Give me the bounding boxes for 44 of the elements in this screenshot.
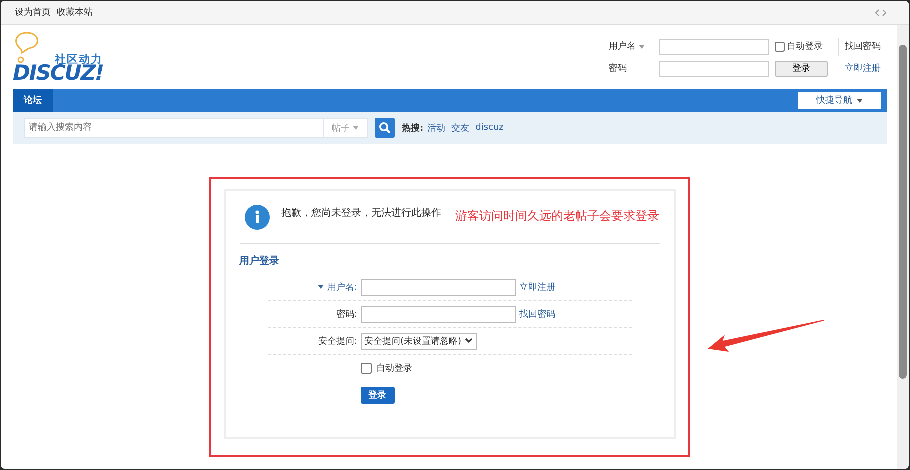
username-field[interactable] xyxy=(659,38,769,54)
search-icon xyxy=(379,122,391,134)
chevron-icon xyxy=(464,338,473,344)
caret-icon xyxy=(318,285,324,289)
password-field[interactable] xyxy=(659,60,769,76)
message-text: 抱歉，您尚未登录，无法进行此操作 xyxy=(282,206,442,220)
input-field[interactable] xyxy=(360,278,516,296)
code-icon xyxy=(875,8,887,16)
nav-tab[interactable]: 论坛 xyxy=(13,89,53,112)
scrollbar[interactable] xyxy=(897,25,909,469)
auto-login-label: 自动登录 xyxy=(787,40,823,53)
caret-icon xyxy=(639,44,645,48)
auto-login-checkbox[interactable] xyxy=(360,363,372,374)
field-label: 安全提问: xyxy=(317,336,358,348)
info-icon xyxy=(244,204,270,230)
login-button[interactable]: 登录 xyxy=(360,387,394,404)
hot-search-link[interactable]: 交友 xyxy=(452,122,470,134)
annotation-text: 游客访问时间久远的老帖子会要求登录 xyxy=(456,208,660,224)
quick-nav-button[interactable]: 快捷导航 xyxy=(798,92,881,109)
search-button[interactable] xyxy=(375,118,395,138)
logo-tagline: 社区动力 xyxy=(55,54,103,65)
login-button[interactable]: 登录 xyxy=(775,60,828,76)
form-link[interactable]: 立即注册 xyxy=(520,280,556,294)
caret-icon xyxy=(856,98,862,102)
security-question-select[interactable]: 安全提问(未设置请忽略) xyxy=(360,332,477,350)
register-link[interactable]: 立即注册 xyxy=(841,62,887,75)
top-link[interactable]: 收藏本站 xyxy=(57,6,93,19)
caret-icon xyxy=(353,126,359,130)
top-link[interactable]: 设为首页 xyxy=(15,6,51,19)
field-label: 密码: xyxy=(335,308,358,320)
hot-search-label: 热搜: xyxy=(402,122,424,134)
form-link[interactable]: 找回密码 xyxy=(520,308,556,320)
forgot-password-link[interactable]: 找回密码 xyxy=(841,40,887,53)
auto-login-checkbox[interactable] xyxy=(775,42,785,52)
section-title: 用户登录 xyxy=(240,254,280,269)
password-label: 密码 xyxy=(609,62,628,75)
hot-search-link[interactable]: discuz xyxy=(476,123,504,133)
logo-wordmark: DISCUZ! xyxy=(13,63,104,84)
input-field[interactable] xyxy=(360,306,516,322)
search-field[interactable]: 请输入搜索内容 xyxy=(24,118,324,138)
field-label: 用户名: xyxy=(268,280,360,294)
hot-search-link[interactable]: 活动 xyxy=(428,122,446,134)
auto-login-label: 自动登录 xyxy=(376,362,412,375)
username-label[interactable]: 用户名 xyxy=(609,40,657,53)
